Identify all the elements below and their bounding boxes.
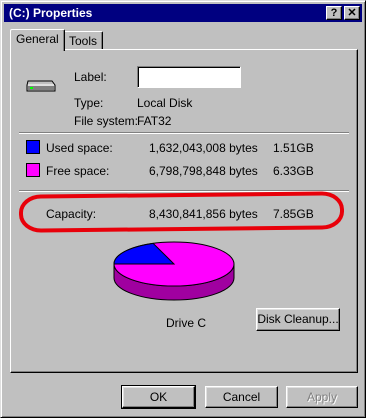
window-title: (C:) Properties (9, 6, 93, 20)
file-system-value: FAT32 (137, 114, 172, 128)
drive-caption: Drive C (166, 316, 207, 330)
used-space-swatch (26, 140, 40, 154)
ok-button[interactable]: OK (121, 385, 196, 409)
label-input[interactable] (137, 66, 241, 88)
close-button[interactable]: ✕ (344, 6, 360, 20)
apply-label: Apply (306, 390, 338, 404)
cancel-button[interactable]: Cancel (205, 386, 278, 408)
free-space-caption: Free space: (46, 164, 110, 178)
ok-label: OK (149, 390, 168, 404)
divider (19, 190, 349, 192)
label-caption: Label: (74, 70, 107, 84)
type-caption: Type: (74, 96, 104, 110)
cancel-label: Cancel (222, 390, 261, 404)
disk-usage-pie-chart (113, 241, 235, 301)
tab-general[interactable]: General (10, 29, 65, 51)
disk-cleanup-button[interactable]: Disk Cleanup... (256, 308, 340, 331)
help-button[interactable]: ? (326, 6, 342, 20)
free-space-size: 6.33GB (273, 164, 314, 178)
tab-tools[interactable]: Tools (63, 31, 104, 51)
help-icon: ? (330, 7, 338, 19)
hard-drive-icon (26, 80, 56, 92)
used-space-bytes: 1,632,043,008 bytes (149, 141, 258, 155)
free-space-swatch (26, 163, 40, 177)
apply-button[interactable]: Apply (286, 386, 358, 408)
file-system-caption: File system: (74, 114, 139, 128)
used-space-caption: Used space: (46, 141, 113, 155)
capacity-caption: Capacity: (46, 207, 97, 221)
properties-window: (C:) Properties ? ✕ General Tools Label:… (0, 0, 366, 418)
capacity-size: 7.85GB (273, 207, 314, 221)
tab-general-label: General (16, 32, 59, 46)
general-panel: Label: Type: Local Disk File system: FAT… (10, 49, 358, 373)
close-icon: ✕ (347, 7, 357, 19)
used-space-size: 1.51GB (273, 141, 314, 155)
capacity-bytes: 8,430,841,856 bytes (149, 207, 258, 221)
type-value: Local Disk (137, 96, 193, 110)
divider (19, 132, 349, 134)
title-bar[interactable]: (C:) Properties ? ✕ (4, 4, 362, 22)
disk-cleanup-label: Disk Cleanup... (257, 312, 339, 326)
tab-tools-label: Tools (69, 34, 98, 48)
free-space-bytes: 6,798,798,848 bytes (149, 164, 258, 178)
